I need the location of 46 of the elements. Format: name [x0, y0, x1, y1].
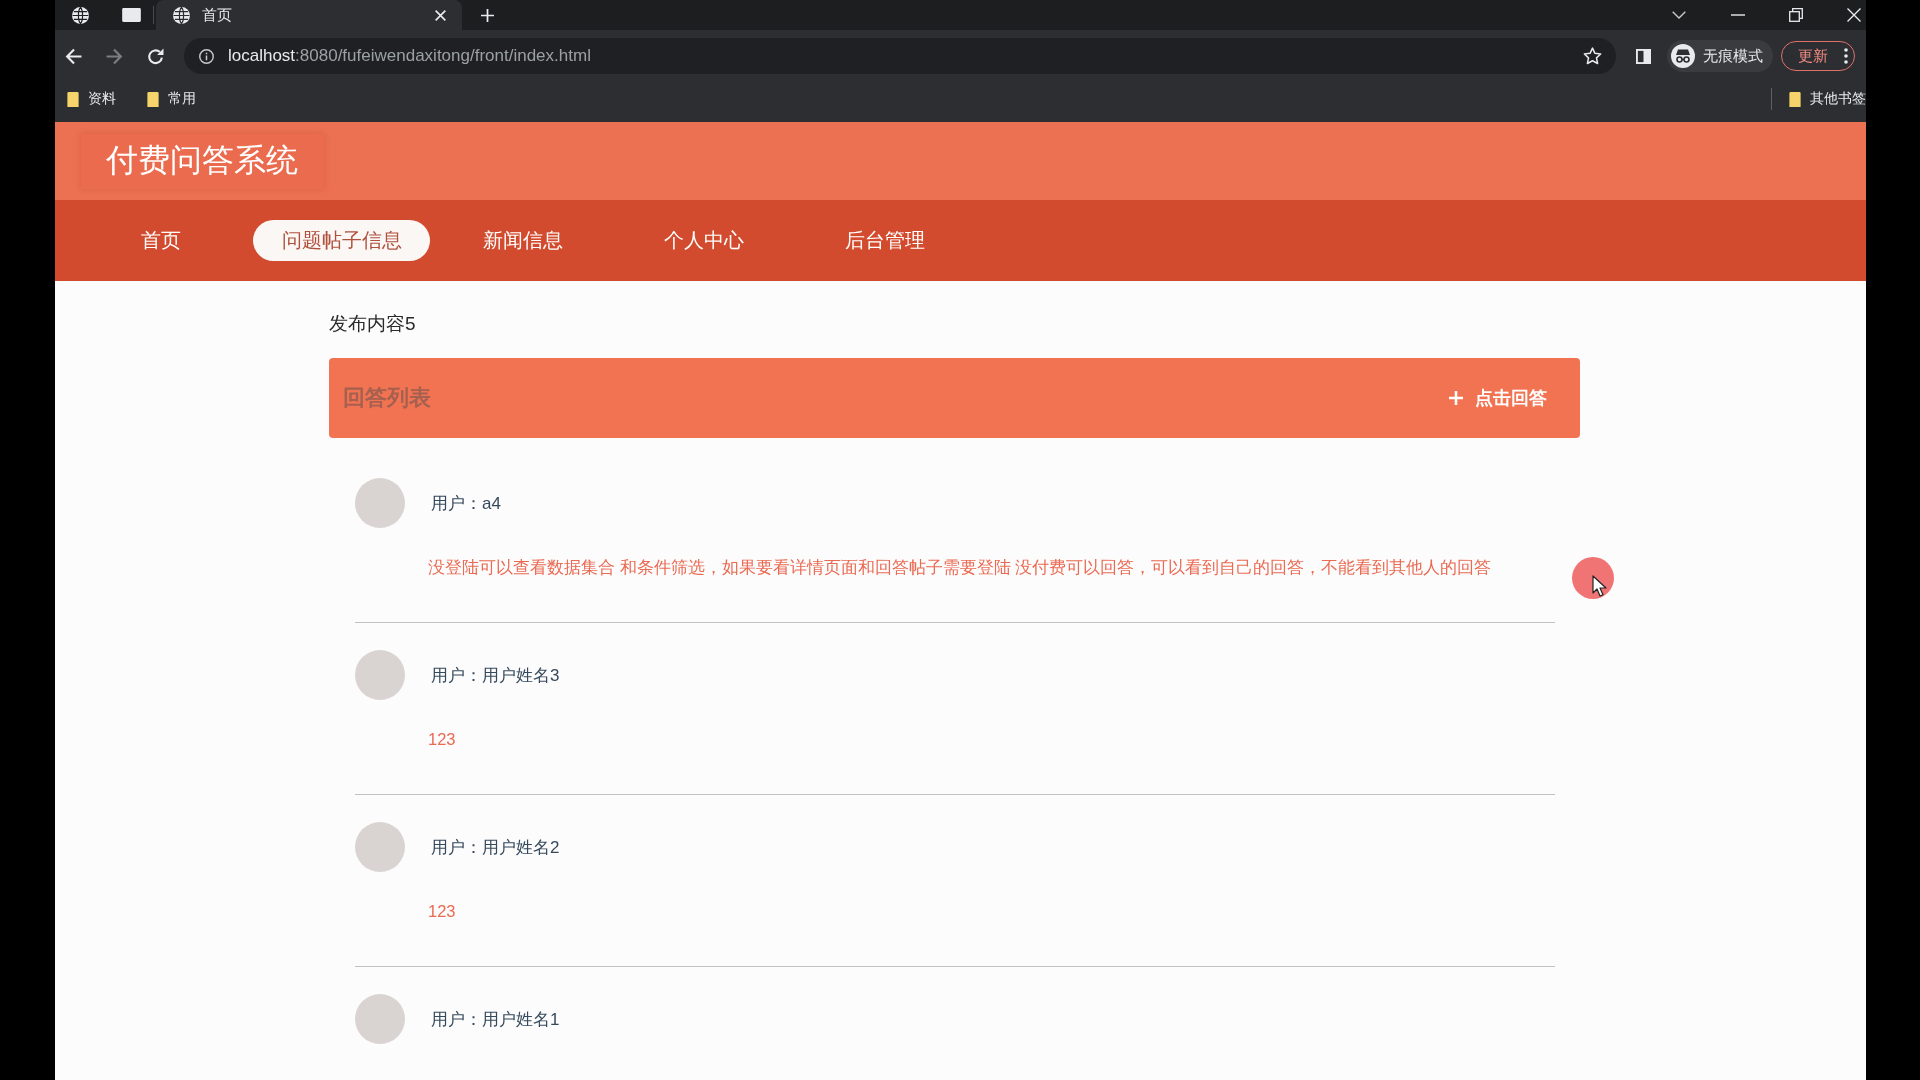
user-name: 用户：用户姓名1 [431, 1008, 560, 1031]
star-icon[interactable] [1583, 47, 1602, 65]
profile-chip[interactable]: 无痕模式 [1667, 40, 1773, 72]
plus-icon[interactable] [481, 8, 494, 22]
left-arrow-icon[interactable] [65, 47, 82, 65]
answer-text: 123 [428, 901, 457, 922]
user-name: 用户：用户姓名3 [431, 664, 560, 687]
address-bar[interactable]: localhost:8080/fufeiwendaxitong/front/index.html [184, 38, 1616, 74]
address-url: localhost:8080/fufeiwendaxitong/front/index.html [228, 46, 591, 66]
nav-link[interactable]: 问题帖子信息 [253, 220, 430, 261]
bookmark-folder[interactable]: 资料 [67, 90, 116, 108]
site-title[interactable]: 付费问答系统 [81, 133, 324, 189]
user-name: 用户：a4 [431, 492, 501, 515]
answer-text: 123 [428, 729, 457, 750]
globe-icon [173, 6, 190, 24]
browser-tab[interactable]: 首页 [156, 0, 462, 30]
folder-icon [67, 91, 79, 107]
close-icon[interactable] [435, 9, 446, 21]
tab-title: 首页 [202, 5, 233, 25]
section-title: 回答列表 [343, 384, 431, 412]
plus-icon [1449, 391, 1463, 405]
more-icon[interactable] [1844, 48, 1848, 64]
sidebar-icon[interactable] [1636, 48, 1651, 64]
bookmark-folder[interactable]: 其他书签 [1789, 90, 1866, 108]
nav-link[interactable]: 个人中心 [615, 220, 792, 261]
incognito-icon [1671, 44, 1695, 68]
avatar-placeholder [355, 478, 405, 528]
folder-icon [1789, 91, 1801, 107]
close-icon[interactable] [1847, 8, 1861, 22]
cursor-icon [1572, 557, 1614, 599]
nav-link[interactable]: 新闻信息 [434, 220, 611, 261]
bookmark-folder[interactable]: 常用 [147, 90, 196, 108]
user-name: 用户：用户姓名2 [431, 836, 560, 859]
restore-icon[interactable] [1789, 8, 1803, 22]
nav-link[interactable]: 后台管理 [796, 220, 973, 261]
folder-icon [147, 91, 159, 107]
avatar-placeholder [355, 650, 405, 700]
nav-link[interactable]: 首页 [72, 220, 249, 261]
answer-text: 没登陆可以查看数据集合 和条件筛选，如果要看详情页面和回答帖子需要登陆 没付费可以回答，可以看到自己的回答，不能看到其他人的回答 [428, 557, 1493, 578]
avatar-placeholder [355, 994, 405, 1044]
chevron-down-icon[interactable] [1672, 11, 1686, 19]
info-icon[interactable] [199, 48, 214, 64]
avatar-placeholder [355, 822, 405, 872]
post-title: 发布内容5 [329, 312, 417, 336]
reload-icon[interactable] [147, 47, 164, 65]
globe-icon[interactable] [72, 6, 89, 24]
